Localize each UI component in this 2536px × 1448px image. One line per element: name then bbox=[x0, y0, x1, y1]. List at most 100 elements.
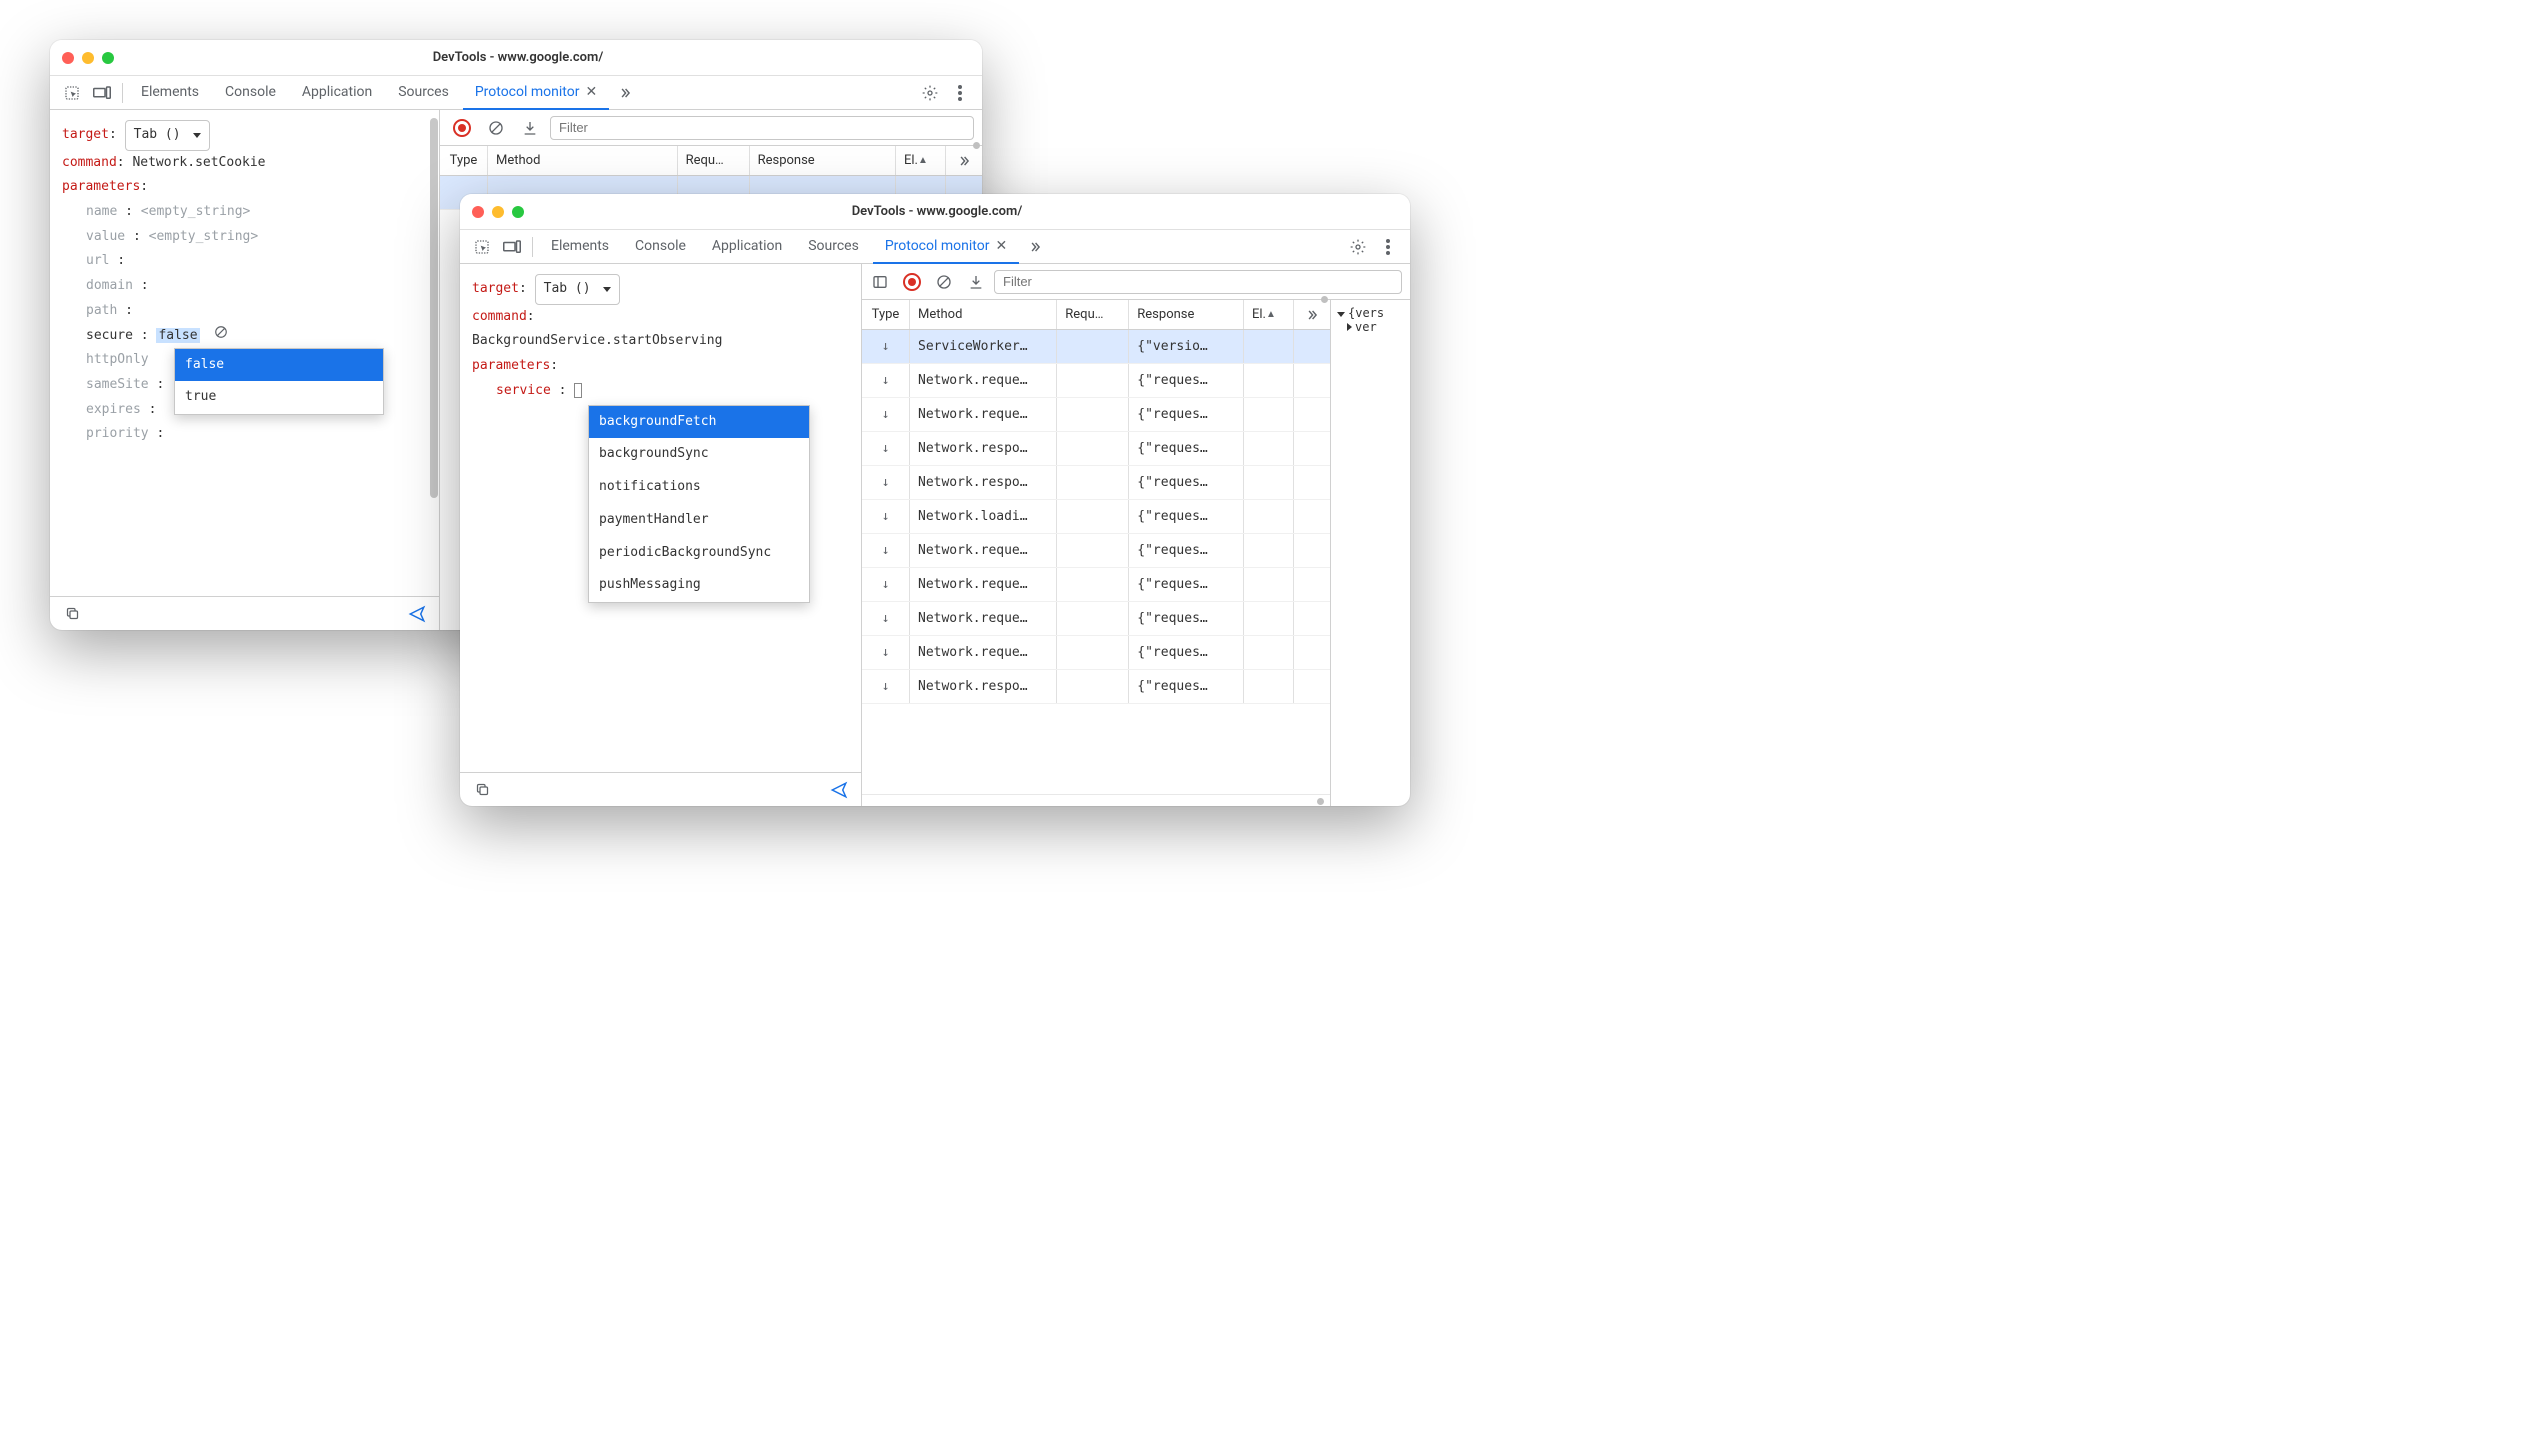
table-row[interactable]: ↓Network.respo…{"reques… bbox=[862, 670, 1330, 704]
table-row[interactable]: ↓Network.loadi…{"reques… bbox=[862, 500, 1330, 534]
filter-input[interactable] bbox=[550, 116, 974, 140]
scrollbar-thumb[interactable] bbox=[430, 118, 438, 498]
more-tabs-icon[interactable] bbox=[611, 79, 639, 107]
tab-application[interactable]: Application bbox=[290, 76, 384, 110]
col-response[interactable]: Response bbox=[750, 146, 896, 175]
param-value[interactable]: value bbox=[86, 229, 125, 244]
col-type[interactable]: Type bbox=[862, 300, 910, 329]
close-tab-icon[interactable]: ✕ bbox=[585, 84, 597, 100]
param-expires[interactable]: expires bbox=[86, 402, 141, 417]
dropdown-item-false[interactable]: false bbox=[175, 349, 383, 382]
table-row[interactable]: ↓Network.respo…{"reques… bbox=[862, 466, 1330, 500]
col-elapsed[interactable]: El.▲ bbox=[896, 146, 946, 175]
table-row[interactable]: ↓Network.respo…{"reques… bbox=[862, 432, 1330, 466]
main-split: target: Tab () command: BackgroundServic… bbox=[460, 264, 1410, 806]
close-tab-icon[interactable]: ✕ bbox=[995, 238, 1007, 254]
col-type[interactable]: Type bbox=[440, 146, 488, 175]
more-tabs-icon[interactable] bbox=[1021, 233, 1049, 261]
tab-console[interactable]: Console bbox=[213, 76, 288, 110]
copy-icon[interactable] bbox=[468, 776, 496, 804]
json-child[interactable]: ver bbox=[1337, 320, 1404, 334]
device-icon[interactable] bbox=[88, 79, 116, 107]
record-button[interactable] bbox=[898, 268, 926, 296]
table-row[interactable]: ↓Network.reque…{"reques… bbox=[862, 636, 1330, 670]
param-sameSite[interactable]: sameSite bbox=[86, 377, 149, 392]
dropdown-item[interactable]: backgroundSync bbox=[589, 438, 809, 471]
dropdown-item[interactable]: periodicBackgroundSync bbox=[589, 537, 809, 570]
horizontal-scrollbar[interactable] bbox=[862, 794, 1330, 806]
col-request[interactable]: Requ… bbox=[1057, 300, 1129, 329]
more-cols-icon[interactable] bbox=[946, 146, 982, 175]
json-root[interactable]: {vers bbox=[1337, 306, 1404, 320]
record-button[interactable] bbox=[448, 114, 476, 142]
param-service[interactable]: service bbox=[496, 383, 551, 398]
table-row[interactable]: ↓ServiceWorker…{"versio… bbox=[862, 330, 1330, 364]
arrow-down-icon: ↓ bbox=[862, 670, 910, 703]
dropdown-item[interactable]: paymentHandler bbox=[589, 504, 809, 537]
param-secure-value[interactable]: false bbox=[156, 328, 199, 343]
copy-icon[interactable] bbox=[58, 600, 86, 628]
param-domain[interactable]: domain bbox=[86, 278, 133, 293]
cell-elapsed bbox=[1244, 364, 1294, 397]
close-window-button[interactable] bbox=[472, 206, 484, 218]
table-row[interactable]: ↓Network.reque…{"reques… bbox=[862, 364, 1330, 398]
dropdown-item[interactable]: notifications bbox=[589, 471, 809, 504]
col-method[interactable]: Method bbox=[488, 146, 678, 175]
tab-sources[interactable]: Sources bbox=[796, 230, 871, 264]
settings-icon[interactable] bbox=[916, 79, 944, 107]
param-path[interactable]: path bbox=[86, 303, 117, 318]
param-priority[interactable]: priority bbox=[86, 426, 149, 441]
dropdown-item[interactable]: backgroundFetch bbox=[589, 406, 809, 439]
close-window-button[interactable] bbox=[62, 52, 74, 64]
kebab-menu-icon[interactable] bbox=[1374, 233, 1402, 261]
command-label: command bbox=[472, 309, 527, 324]
cell-response: {"reques… bbox=[1129, 534, 1244, 567]
col-elapsed[interactable]: El.▲ bbox=[1244, 300, 1294, 329]
tab-elements[interactable]: Elements bbox=[539, 230, 621, 264]
download-icon[interactable] bbox=[516, 114, 544, 142]
param-name[interactable]: name bbox=[86, 204, 117, 219]
command-value[interactable]: Network.setCookie bbox=[132, 155, 265, 170]
col-method[interactable]: Method bbox=[910, 300, 1057, 329]
command-value[interactable]: BackgroundService.startObserving bbox=[472, 329, 849, 354]
tab-console[interactable]: Console bbox=[623, 230, 698, 264]
device-icon[interactable] bbox=[498, 233, 526, 261]
table-row[interactable]: ↓Network.reque…{"reques… bbox=[862, 398, 1330, 432]
download-icon[interactable] bbox=[962, 268, 990, 296]
panel-toggle-icon[interactable] bbox=[866, 268, 894, 296]
send-button[interactable] bbox=[825, 776, 853, 804]
tab-sources[interactable]: Sources bbox=[386, 76, 461, 110]
inspect-icon[interactable] bbox=[58, 79, 86, 107]
table-row[interactable]: ↓Network.reque…{"reques… bbox=[862, 534, 1330, 568]
minimize-window-button[interactable] bbox=[82, 52, 94, 64]
col-request[interactable]: Requ… bbox=[678, 146, 750, 175]
target-select[interactable]: Tab () bbox=[535, 274, 620, 305]
inspect-icon[interactable] bbox=[468, 233, 496, 261]
minimize-window-button[interactable] bbox=[492, 206, 504, 218]
editor-footer bbox=[50, 596, 439, 630]
col-response[interactable]: Response bbox=[1129, 300, 1244, 329]
clear-icon[interactable] bbox=[482, 114, 510, 142]
tab-elements[interactable]: Elements bbox=[129, 76, 211, 110]
filter-input[interactable] bbox=[994, 270, 1402, 294]
titlebar: DevTools - www.google.com/ bbox=[460, 194, 1410, 230]
param-url[interactable]: url bbox=[86, 253, 109, 268]
more-cols-icon[interactable] bbox=[1294, 300, 1330, 329]
tab-protocol-monitor[interactable]: Protocol monitor ✕ bbox=[463, 76, 609, 110]
dropdown-item-true[interactable]: true bbox=[175, 381, 383, 414]
dropdown-item[interactable]: pushMessaging bbox=[589, 569, 809, 602]
clear-icon[interactable] bbox=[930, 268, 958, 296]
tab-protocol-monitor[interactable]: Protocol monitor ✕ bbox=[873, 230, 1019, 264]
table-row[interactable]: ↓Network.reque…{"reques… bbox=[862, 568, 1330, 602]
table-row[interactable]: ↓Network.reque…{"reques… bbox=[862, 602, 1330, 636]
maximize-window-button[interactable] bbox=[102, 52, 114, 64]
settings-icon[interactable] bbox=[1344, 233, 1372, 261]
target-select[interactable]: Tab () bbox=[125, 120, 210, 151]
kebab-menu-icon[interactable] bbox=[946, 79, 974, 107]
send-button[interactable] bbox=[403, 600, 431, 628]
cell-method: Network.respo… bbox=[910, 670, 1057, 703]
maximize-window-button[interactable] bbox=[512, 206, 524, 218]
tab-application[interactable]: Application bbox=[700, 230, 794, 264]
param-httpOnly[interactable]: httpOnly bbox=[86, 352, 149, 367]
param-secure[interactable]: secure bbox=[86, 328, 133, 343]
